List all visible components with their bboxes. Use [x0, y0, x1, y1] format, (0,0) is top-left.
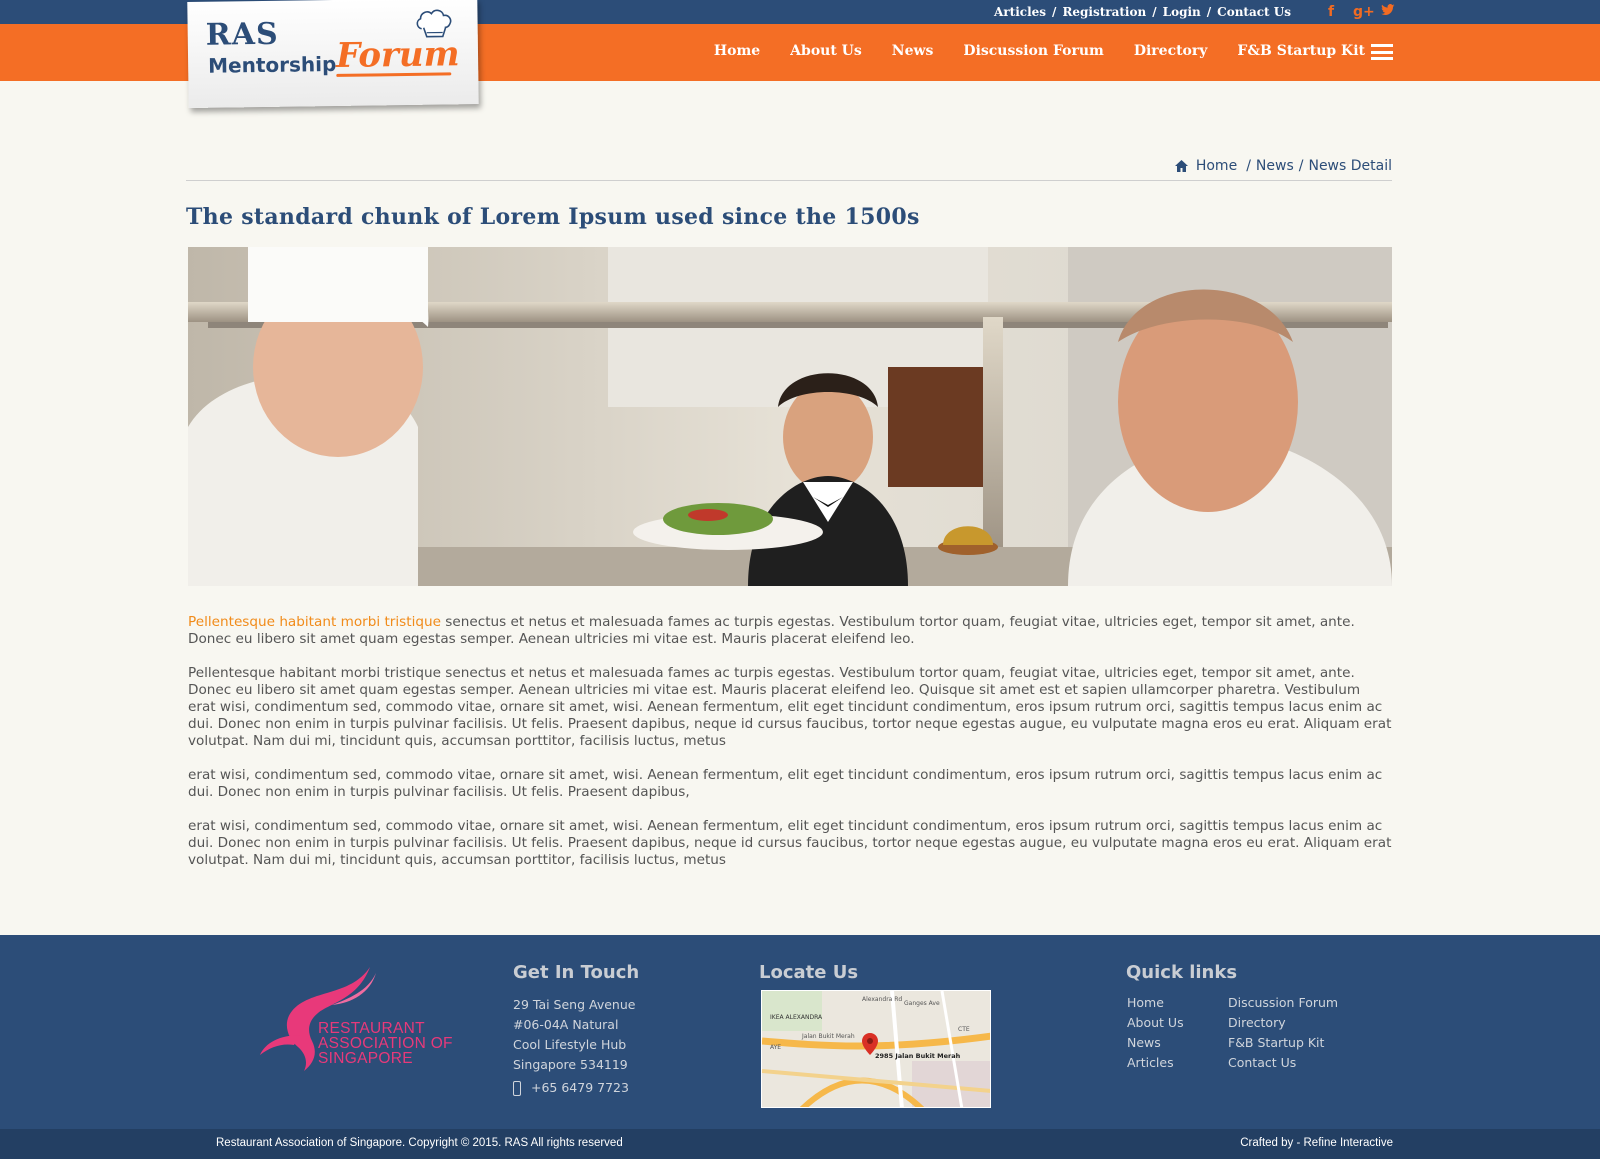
- locate-us-title: Locate Us: [759, 962, 859, 983]
- separator: /: [1152, 5, 1157, 19]
- ras-logo-line: SINGAPORE: [318, 1050, 413, 1067]
- twitter-icon[interactable]: [1381, 4, 1395, 20]
- nav-news[interactable]: News: [892, 43, 934, 59]
- logo-underline: [336, 72, 452, 77]
- footer-bottom-bar: Restaurant Association of Singapore. Cop…: [0, 1129, 1600, 1159]
- footer-link-home[interactable]: Home: [1127, 993, 1184, 1013]
- divider: [186, 180, 1392, 181]
- logo-ras-text: RAS: [205, 16, 279, 53]
- article-lead-paragraph: Pellentesque habitant morbi tristique se…: [188, 614, 1392, 648]
- nav-discussion-forum[interactable]: Discussion Forum: [963, 43, 1103, 59]
- login-link[interactable]: Login: [1163, 5, 1201, 19]
- nav-home[interactable]: Home: [714, 43, 760, 59]
- breadcrumb-news[interactable]: News: [1256, 158, 1294, 174]
- breadcrumb-home[interactable]: Home: [1196, 158, 1237, 174]
- lead-highlight: Pellentesque habitant morbi tristique: [188, 614, 441, 630]
- address-line: Singapore 534119: [513, 1057, 628, 1072]
- map-label: IKEA ALEXANDRA: [770, 1014, 823, 1021]
- articles-link[interactable]: Articles: [994, 5, 1046, 19]
- footer: RESTAURANT ASSOCIATION OF SINGAPORE Get …: [0, 935, 1600, 1129]
- social-icons: f g+: [1325, 4, 1395, 20]
- registration-link[interactable]: Registration: [1062, 5, 1146, 19]
- footer-link-about-us[interactable]: About Us: [1127, 1013, 1184, 1033]
- crafted-by-text[interactable]: Crafted by - Refine Interactive: [1240, 1137, 1393, 1149]
- article-body: Pellentesque habitant morbi tristique se…: [188, 614, 1392, 886]
- map-label: Ganges Ave: [904, 1000, 940, 1007]
- article-paragraph: erat wisi, condimentum sed, commodo vita…: [188, 818, 1392, 868]
- article-paragraph: erat wisi, condimentum sed, commodo vita…: [188, 767, 1383, 800]
- google-plus-icon[interactable]: g+: [1353, 4, 1375, 20]
- footer-link-news[interactable]: News: [1127, 1033, 1184, 1053]
- main-nav: Home About Us News Discussion Forum Dire…: [684, 43, 1365, 59]
- site-logo[interactable]: RAS Mentorship Forum: [187, 0, 479, 109]
- chef-hat-icon: [416, 9, 452, 38]
- top-links: Articles / Registration / Login / Contact Us: [994, 5, 1291, 19]
- location-map[interactable]: Alexandra Rd Ganges Ave IKEA ALEXANDRA J…: [761, 990, 991, 1108]
- quick-links-title: Quick links: [1126, 962, 1238, 983]
- mobile-phone-icon: [513, 1080, 521, 1096]
- hamburger-menu-icon[interactable]: [1371, 44, 1393, 60]
- breadcrumb-separator: /: [1246, 158, 1251, 174]
- phone-row: +65 6479 7723: [513, 1078, 635, 1098]
- home-icon: [1174, 160, 1188, 172]
- ras-logo-line: ASSOCIATION OF: [318, 1035, 453, 1052]
- contact-address: 29 Tai Seng Avenue #06-04A Natural Cool …: [513, 995, 635, 1098]
- separator: /: [1206, 5, 1212, 19]
- quick-links-col-1: Home About Us News Articles: [1127, 993, 1184, 1073]
- address-line: 29 Tai Seng Avenue: [513, 997, 636, 1012]
- contact-link[interactable]: Contact Us: [1217, 5, 1291, 19]
- breadcrumb-current: News Detail: [1308, 158, 1392, 174]
- footer-link-contact-us[interactable]: Contact Us: [1228, 1053, 1338, 1073]
- article-paragraph: Pellentesque habitant morbi tristique se…: [188, 665, 1392, 749]
- breadcrumb: Home / News / News Detail: [1174, 158, 1392, 174]
- article-hero-image: [188, 247, 1392, 586]
- map-label: 2985 Jalan Bukit Merah: [875, 1052, 961, 1060]
- map-label: Alexandra Rd: [862, 996, 902, 1003]
- get-in-touch-title: Get In Touch: [513, 962, 640, 983]
- footer-link-discussion-forum[interactable]: Discussion Forum: [1228, 993, 1338, 1013]
- article-title: The standard chunk of Lorem Ipsum used s…: [186, 204, 920, 230]
- map-label: CTE: [958, 1026, 970, 1033]
- phone-number[interactable]: +65 6479 7723: [531, 1078, 629, 1098]
- nav-startup-kit[interactable]: F&B Startup Kit: [1237, 43, 1365, 59]
- footer-link-articles[interactable]: Articles: [1127, 1053, 1184, 1073]
- quick-links-col-2: Discussion Forum Directory F&B Startup K…: [1228, 993, 1338, 1073]
- map-label: AYE: [770, 1044, 781, 1051]
- nav-about-us[interactable]: About Us: [790, 43, 862, 59]
- separator: /: [1052, 5, 1057, 19]
- footer-link-directory[interactable]: Directory: [1228, 1013, 1338, 1033]
- facebook-icon[interactable]: f: [1325, 4, 1337, 20]
- breadcrumb-separator: /: [1298, 158, 1304, 174]
- nav-directory[interactable]: Directory: [1134, 43, 1208, 59]
- ras-logo-text: RESTAURANT ASSOCIATION OF SINGAPORE: [318, 1020, 453, 1067]
- logo-mentorship-text: Mentorship: [207, 51, 337, 78]
- address-line: #06-04A Natural: [513, 1017, 619, 1032]
- address-line: Cool Lifestyle Hub: [513, 1037, 627, 1052]
- copyright-text: Restaurant Association of Singapore. Cop…: [216, 1137, 623, 1149]
- ras-logo-line: RESTAURANT: [318, 1020, 425, 1037]
- map-label: Jalan Bukit Merah: [801, 1033, 855, 1040]
- footer-link-startup-kit[interactable]: F&B Startup Kit: [1228, 1033, 1338, 1053]
